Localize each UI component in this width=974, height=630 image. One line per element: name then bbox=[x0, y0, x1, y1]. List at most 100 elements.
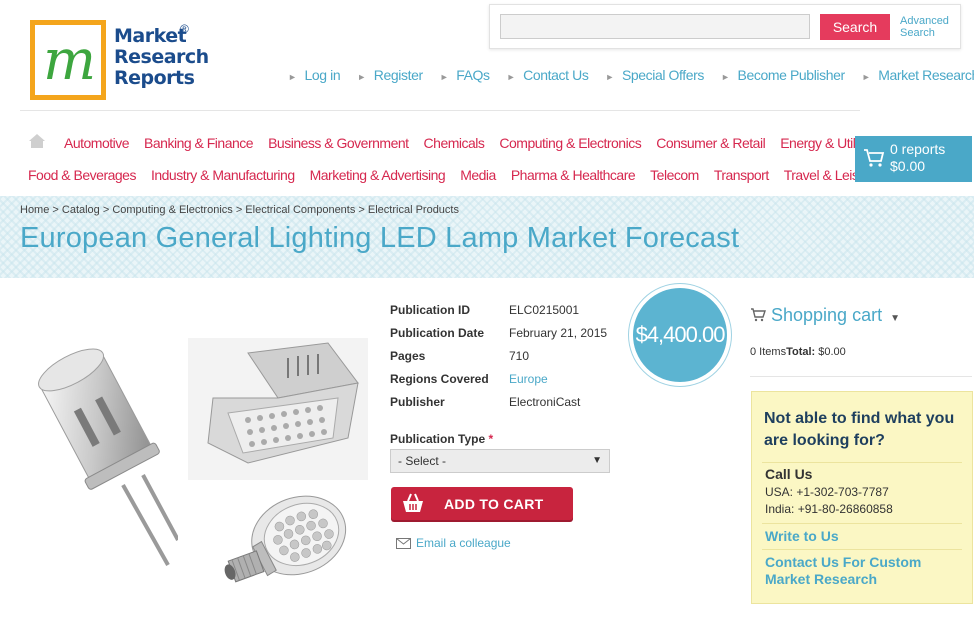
category-link[interactable]: Automotive bbox=[64, 135, 130, 151]
arrow-icon: ► bbox=[861, 72, 871, 82]
category-link[interactable]: Consumer & Retail bbox=[656, 135, 766, 151]
home-icon[interactable] bbox=[28, 133, 46, 149]
shopping-cart-summary: 0 ItemsTotal: $0.00 bbox=[750, 346, 846, 358]
breadcrumb[interactable]: Home > Catalog > Computing & Electronics… bbox=[20, 204, 459, 216]
detail-value: ElectroniCast bbox=[509, 395, 581, 409]
site-logo[interactable]: m Market Research Reports ® bbox=[30, 20, 209, 100]
region-link[interactable]: Europe bbox=[509, 372, 548, 386]
detail-key: Publication Date bbox=[390, 326, 485, 340]
nav-label: Register bbox=[373, 67, 423, 83]
nav-label: FAQs bbox=[456, 67, 490, 83]
phone-usa: USA: +1-302-703-7787 bbox=[765, 485, 889, 499]
call-us-heading: Call Us bbox=[765, 466, 813, 482]
help-divider bbox=[762, 523, 962, 524]
phone-india: India: +91-80-26860858 bbox=[765, 502, 893, 516]
nav-contact-us[interactable]: ► Contact Us bbox=[507, 67, 589, 83]
nav-blog[interactable]: ► Market Research Blog bbox=[862, 67, 974, 83]
shopping-cart-title: Shopping cart bbox=[771, 305, 883, 325]
detail-key: Pages bbox=[390, 349, 426, 363]
nav-login[interactable]: ► Log in bbox=[288, 67, 341, 83]
category-link[interactable]: Telecom bbox=[650, 167, 699, 183]
email-colleague-link[interactable]: Email a colleague bbox=[396, 536, 511, 550]
nav-special-offers[interactable]: ► Special Offers bbox=[605, 67, 704, 83]
detail-key: Publication ID bbox=[390, 303, 471, 317]
publication-type-label: Publication Type * bbox=[390, 432, 493, 446]
write-to-us-link[interactable]: Write to Us bbox=[765, 528, 965, 545]
email-colleague-label: Email a colleague bbox=[416, 536, 511, 550]
caret-down-icon: ▼ bbox=[890, 313, 900, 324]
chevron-down-icon: ▼ bbox=[592, 455, 602, 466]
category-link[interactable]: Industry & Manufacturing bbox=[151, 167, 295, 183]
select-value: - Select - bbox=[398, 454, 447, 468]
logo-line-1: Market bbox=[114, 25, 187, 47]
detail-value: ELC0215001 bbox=[509, 303, 580, 317]
search-panel: Search Advanced Search bbox=[489, 4, 961, 49]
publication-type-select[interactable]: - Select - ▼ bbox=[390, 449, 610, 473]
cart-report-count: 0 reports bbox=[890, 141, 946, 157]
category-link[interactable]: Transport bbox=[714, 167, 769, 183]
category-link[interactable]: Pharma & Healthcare bbox=[511, 167, 636, 183]
nav-become-publisher[interactable]: ► Become Publisher bbox=[721, 67, 845, 83]
shopping-cart-header[interactable]: Shopping cart ▼ bbox=[750, 305, 900, 326]
help-box: Not able to find what you are looking fo… bbox=[751, 391, 973, 604]
led-panel-light-image bbox=[188, 338, 368, 480]
arrow-icon: ► bbox=[605, 72, 614, 82]
category-link[interactable]: Chemicals bbox=[424, 135, 485, 151]
logo-registered-mark: ® bbox=[180, 22, 189, 36]
arrow-icon: ► bbox=[357, 72, 366, 82]
arrow-icon: ► bbox=[506, 72, 516, 82]
nav-label: Contact Us bbox=[523, 67, 589, 83]
detail-value: 710 bbox=[509, 349, 530, 363]
category-link[interactable]: Banking & Finance bbox=[144, 135, 254, 151]
basket-icon bbox=[403, 493, 423, 512]
led-diode-image bbox=[38, 348, 178, 566]
detail-key: Regions Covered bbox=[390, 372, 489, 386]
nav-faqs[interactable]: ► FAQs bbox=[440, 67, 490, 83]
envelope-icon bbox=[396, 538, 411, 549]
detail-value: February 21, 2015 bbox=[509, 326, 608, 340]
nav-label: Become Publisher bbox=[737, 67, 846, 83]
logo-mark-box: m bbox=[30, 20, 106, 100]
category-link[interactable]: Media bbox=[460, 167, 496, 183]
header-divider bbox=[20, 110, 860, 111]
cart-icon bbox=[864, 149, 885, 167]
header-cart-button[interactable]: 0 reports $0.00 bbox=[855, 136, 972, 182]
category-row-1: Automotive Banking & Finance Business & … bbox=[64, 135, 893, 151]
nav-label: Special Offers bbox=[621, 67, 705, 83]
search-input[interactable] bbox=[500, 14, 810, 39]
search-button[interactable]: Search bbox=[820, 14, 890, 40]
logo-mark: m bbox=[43, 28, 97, 93]
cart-items-count: 0 Items bbox=[750, 346, 787, 358]
arrow-icon: ► bbox=[439, 72, 449, 82]
help-divider bbox=[762, 549, 962, 550]
led-bulb-image bbox=[224, 495, 347, 583]
logo-line-3: Reports bbox=[114, 67, 195, 89]
publication-type-text: Publication Type bbox=[390, 432, 486, 446]
price-badge: $4,400.00 bbox=[629, 284, 731, 386]
logo-line-2: Research bbox=[114, 46, 209, 68]
top-nav: ► Log in ► Register ► FAQs ► Contact Us ► Spe… bbox=[288, 67, 974, 83]
price-value: $4,400.00 bbox=[635, 322, 726, 347]
add-to-cart-button[interactable]: ADD TO CART bbox=[391, 487, 573, 520]
arrow-icon: ► bbox=[721, 72, 730, 82]
advanced-search-link[interactable]: Advanced Search bbox=[900, 15, 949, 39]
nav-register[interactable]: ► Register bbox=[357, 67, 423, 83]
cart-total-label: Total: bbox=[786, 346, 816, 358]
cart-icon bbox=[751, 308, 766, 322]
category-row-2: Food & Beverages Industry & Manufacturin… bbox=[28, 167, 892, 183]
help-question: Not able to find what you are looking fo… bbox=[764, 410, 955, 449]
detail-key: Publisher bbox=[390, 395, 445, 409]
category-link[interactable]: Computing & Electronics bbox=[499, 135, 641, 151]
required-mark: * bbox=[488, 432, 494, 446]
advanced-search-line-2: Search bbox=[900, 27, 935, 39]
custom-research-link[interactable]: Contact Us For Custom Market Research bbox=[765, 554, 965, 588]
page-title: European General Lighting LED Lamp Marke… bbox=[20, 222, 740, 254]
cart-amount: $0.00 bbox=[890, 158, 926, 174]
advanced-search-line-1: Advanced bbox=[900, 15, 949, 27]
cart-total-value: $0.00 bbox=[818, 346, 846, 358]
category-link[interactable]: Marketing & Advertising bbox=[310, 167, 446, 183]
category-link[interactable]: Business & Government bbox=[268, 135, 409, 151]
category-link[interactable]: Food & Beverages bbox=[28, 167, 136, 183]
nav-label: Market Research Blog bbox=[878, 67, 974, 83]
title-banner: Home > Catalog > Computing & Electronics… bbox=[0, 196, 974, 278]
